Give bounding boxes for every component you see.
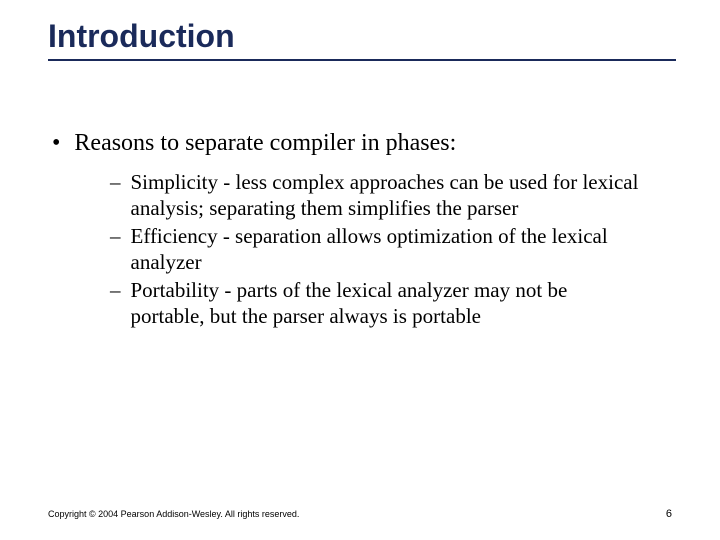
slide: Introduction • Reasons to separate compi…: [0, 0, 720, 540]
main-bullet: • Reasons to separate compiler in phases…: [48, 129, 672, 157]
list-item: – Simplicity - less complex approaches c…: [110, 169, 642, 221]
sub-item-text: Simplicity - less complex approaches can…: [131, 169, 643, 221]
sub-list: – Simplicity - less complex approaches c…: [110, 169, 642, 329]
page-number: 6: [666, 508, 672, 520]
main-bullet-text: Reasons to separate compiler in phases:: [74, 129, 456, 157]
list-item: – Portability - parts of the lexical ana…: [110, 277, 642, 329]
bullet-icon: •: [52, 129, 60, 157]
title-underline: [48, 59, 676, 61]
list-item: – Efficiency - separation allows optimiz…: [110, 223, 642, 275]
copyright-text: Copyright © 2004 Pearson Addison-Wesley.…: [48, 509, 299, 519]
sub-item-text: Portability - parts of the lexical analy…: [131, 277, 643, 329]
dash-icon: –: [110, 277, 121, 303]
sub-item-text: Efficiency - separation allows optimizat…: [131, 223, 643, 275]
slide-title: Introduction: [48, 18, 672, 55]
dash-icon: –: [110, 223, 121, 249]
footer: Copyright © 2004 Pearson Addison-Wesley.…: [48, 508, 672, 520]
dash-icon: –: [110, 169, 121, 195]
